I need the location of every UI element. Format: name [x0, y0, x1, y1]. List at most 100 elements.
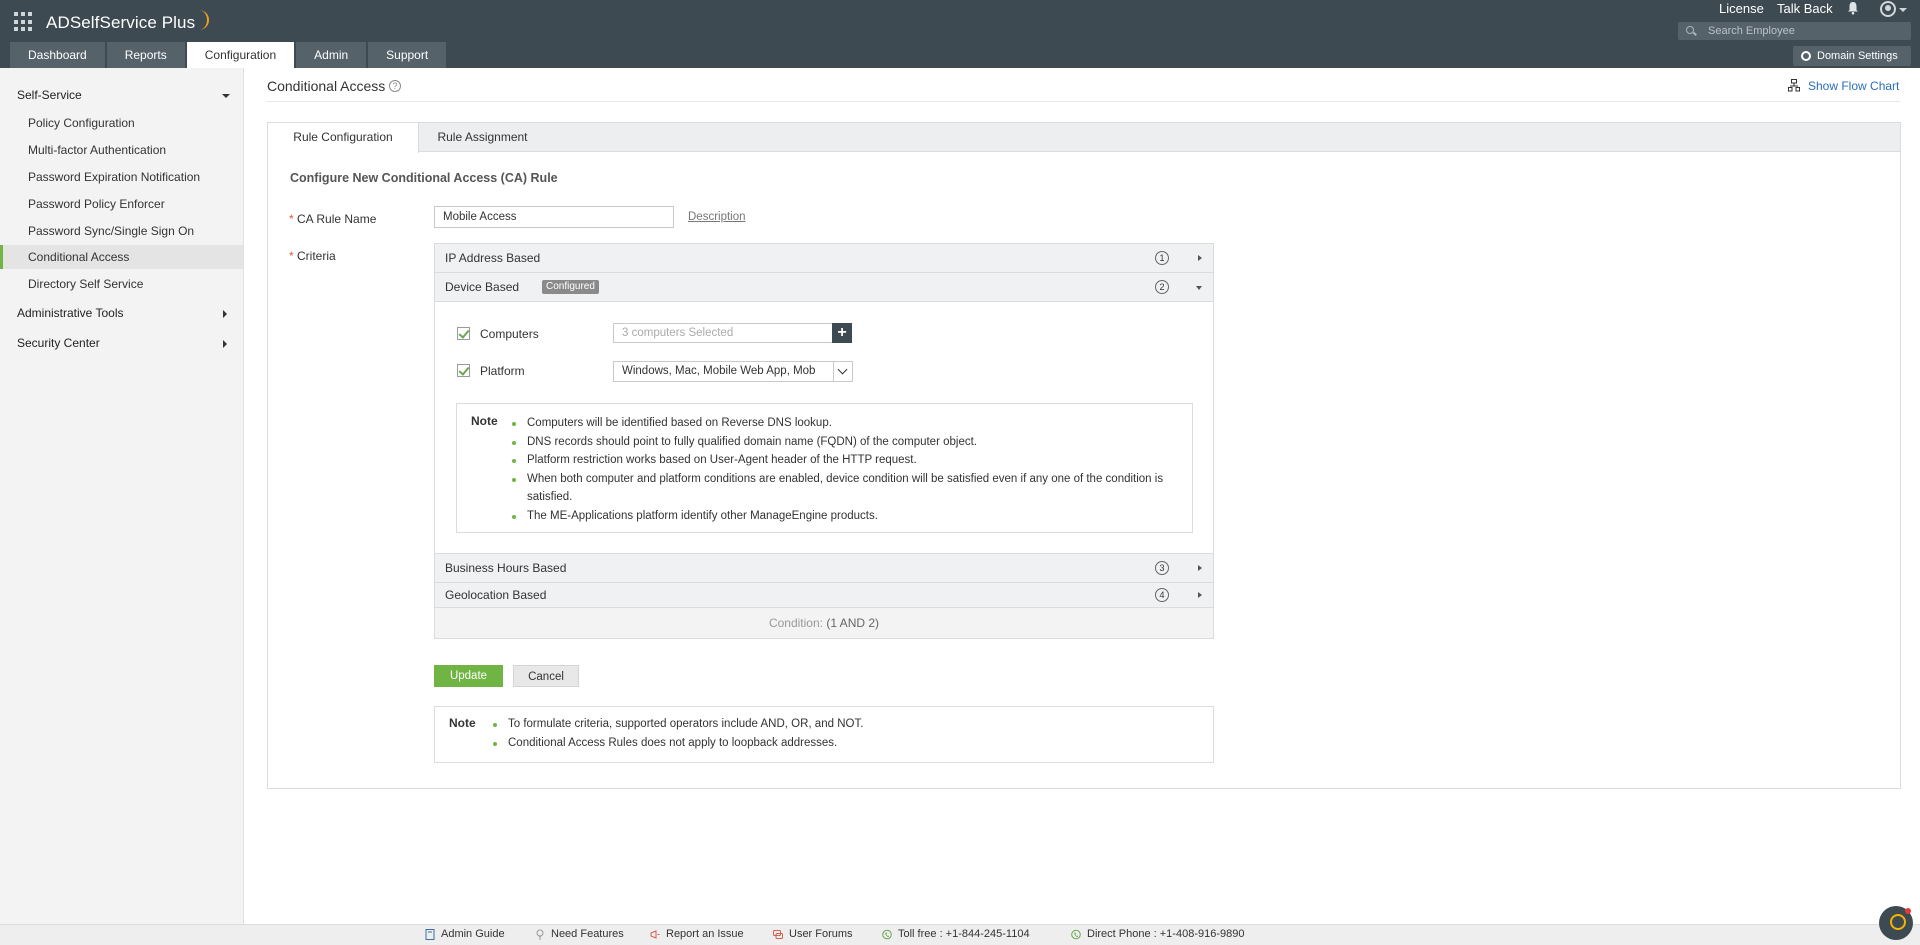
device-note-box: Note Computers will be identified based … — [456, 403, 1193, 533]
note-title: Note — [449, 716, 476, 730]
update-button[interactable]: Update — [434, 665, 503, 687]
search-employee-box[interactable] — [1678, 22, 1911, 40]
chevron-right-icon[interactable] — [1198, 565, 1202, 571]
direct-phone-label: Direct Phone : +1-408-916-9890 — [1087, 928, 1245, 940]
criteria-label: Business Hours Based — [445, 561, 567, 575]
show-flow-chart-label: Show Flow Chart — [1808, 79, 1900, 93]
computers-label: Computers — [480, 327, 539, 341]
tab-rule-configuration[interactable]: Rule Configuration — [268, 123, 419, 153]
sidebar-item-password-policy-enforcer[interactable]: Password Policy Enforcer — [0, 192, 243, 216]
need-features-link[interactable]: Need Features — [535, 928, 624, 940]
sidebar-group-self-service[interactable]: Self-Service — [17, 88, 82, 102]
domain-settings-label: Domain Settings — [1817, 50, 1898, 62]
bottom-note-list: To formulate criteria, supported operato… — [493, 715, 1193, 752]
criteria-accordion: IP Address Based 1 Device Based Configur… — [434, 243, 1214, 639]
license-link[interactable]: License — [1719, 1, 1764, 16]
gear-icon — [1801, 51, 1811, 61]
lightbulb-icon — [536, 929, 544, 940]
condition-value[interactable]: (1 AND 2) — [826, 616, 879, 630]
tab-reports[interactable]: Reports — [106, 42, 185, 68]
tab-rule-assignment[interactable]: Rule Assignment — [419, 123, 546, 153]
criteria-ip-address[interactable]: IP Address Based 1 — [435, 244, 1213, 273]
criteria-label: * Criteria — [289, 249, 336, 263]
bell-icon[interactable] — [1846, 1, 1860, 15]
description-link[interactable]: Description — [688, 211, 746, 223]
chevron-down-icon[interactable] — [1196, 286, 1202, 290]
ca-rule-name-input[interactable] — [434, 206, 674, 228]
sidebar-item-conditional-access[interactable]: Conditional Access — [0, 245, 243, 269]
platform-value: Windows, Mac, Mobile Web App, Mob — [622, 365, 816, 377]
sidebar-item-password-sync[interactable]: Password Sync/Single Sign On — [0, 219, 243, 243]
chat-assistant-icon[interactable] — [1879, 906, 1913, 940]
phone-icon — [882, 929, 892, 940]
criteria-number: 4 — [1155, 588, 1169, 602]
platform-checkbox[interactable] — [457, 364, 470, 377]
talk-back-link[interactable]: Talk Back — [1777, 1, 1833, 16]
domain-settings-button[interactable]: Domain Settings — [1793, 46, 1911, 66]
add-computers-button[interactable]: + — [832, 323, 852, 343]
app-name: ADSelfService Plus — [46, 13, 196, 32]
criteria-number: 3 — [1155, 561, 1169, 575]
chevron-down-icon[interactable] — [1899, 8, 1907, 12]
app-logo[interactable]: ADSelfService Plus — [46, 10, 210, 33]
tab-configuration[interactable]: Configuration — [186, 42, 295, 68]
chevron-right-icon[interactable] — [223, 310, 227, 318]
tab-dashboard[interactable]: Dashboard — [10, 42, 105, 68]
footer: Admin Guide Need Features Report an Issu… — [0, 924, 1920, 945]
computers-checkbox[interactable] — [457, 327, 470, 340]
tab-support[interactable]: Support — [368, 42, 447, 68]
chevron-right-icon[interactable] — [223, 340, 227, 348]
configured-badge: Configured — [542, 280, 599, 294]
search-icon — [1686, 26, 1694, 34]
condition-label: Condition: — [768, 616, 823, 630]
criteria-geolocation[interactable]: Geolocation Based 4 — [435, 583, 1213, 608]
form-heading: Configure New Conditional Access (CA) Ru… — [290, 171, 558, 185]
phone-icon — [1071, 929, 1081, 940]
toll-free-label: Toll free : +1-844-245-1104 — [898, 928, 1030, 940]
top-header: ADSelfService Plus License Talk Back Das… — [0, 0, 1920, 68]
search-input[interactable] — [1708, 23, 1903, 39]
sidebar-item-policy-configuration[interactable]: Policy Configuration — [0, 111, 243, 135]
required-mark: * — [289, 212, 294, 226]
admin-guide-label: Admin Guide — [441, 928, 505, 940]
list-item: Computers will be identified based on Re… — [512, 414, 1177, 433]
help-icon[interactable]: ? — [389, 80, 401, 92]
app-grid-icon[interactable] — [14, 12, 34, 32]
sidebar-group-security-center[interactable]: Security Center — [17, 336, 100, 350]
forum-icon — [773, 930, 783, 939]
criteria-device[interactable]: Device Based Configured 2 — [435, 273, 1213, 302]
sidebar-group-administrative-tools[interactable]: Administrative Tools — [17, 306, 124, 320]
computers-selection-field[interactable]: 3 computers Selected — [613, 323, 833, 343]
condition-expression: Condition: (1 AND 2) — [435, 608, 1213, 638]
criteria-number: 2 — [1155, 280, 1169, 294]
list-item: DNS records should point to fully qualif… — [512, 433, 1177, 452]
chevron-down-icon[interactable] — [833, 362, 852, 381]
chevron-right-icon[interactable] — [1198, 255, 1202, 261]
sidebar-item-directory-self-service[interactable]: Directory Self Service — [0, 272, 243, 296]
tab-admin[interactable]: Admin — [296, 42, 367, 68]
criteria-number: 1 — [1155, 251, 1169, 265]
criteria-business-hours[interactable]: Business Hours Based 3 — [435, 554, 1213, 583]
platform-select[interactable]: Windows, Mac, Mobile Web App, Mob — [613, 361, 853, 382]
megaphone-icon — [650, 930, 660, 939]
show-flow-chart-link[interactable]: Show Flow Chart — [1788, 79, 1899, 93]
ca-rule-name-text: CA Rule Name — [297, 212, 377, 226]
admin-guide-link[interactable]: Admin Guide — [425, 928, 505, 940]
sidebar-item-password-expiration[interactable]: Password Expiration Notification — [0, 165, 243, 189]
chevron-down-icon[interactable] — [222, 94, 230, 98]
report-issue-label: Report an Issue — [666, 928, 744, 940]
flow-chart-icon — [1788, 79, 1800, 92]
user-avatar-icon[interactable] — [1880, 1, 1896, 17]
device-criteria-body: Computers 3 computers Selected + Platfor… — [435, 303, 1213, 554]
report-issue-link[interactable]: Report an Issue — [650, 928, 744, 940]
criteria-label: Geolocation Based — [445, 588, 547, 602]
main-nav-tabs: Dashboard Reports Configuration Admin Su… — [10, 42, 448, 68]
cancel-button[interactable]: Cancel — [513, 665, 579, 687]
list-item: Conditional Access Rules does not apply … — [493, 734, 1193, 753]
rule-tabs: Rule Configuration Rule Assignment — [268, 123, 1900, 153]
chevron-right-icon[interactable] — [1198, 592, 1202, 598]
book-icon — [425, 929, 435, 940]
page-title: Conditional Access — [267, 78, 386, 94]
user-forums-link[interactable]: User Forums — [773, 928, 853, 940]
sidebar-item-mfa[interactable]: Multi-factor Authentication — [0, 138, 243, 162]
